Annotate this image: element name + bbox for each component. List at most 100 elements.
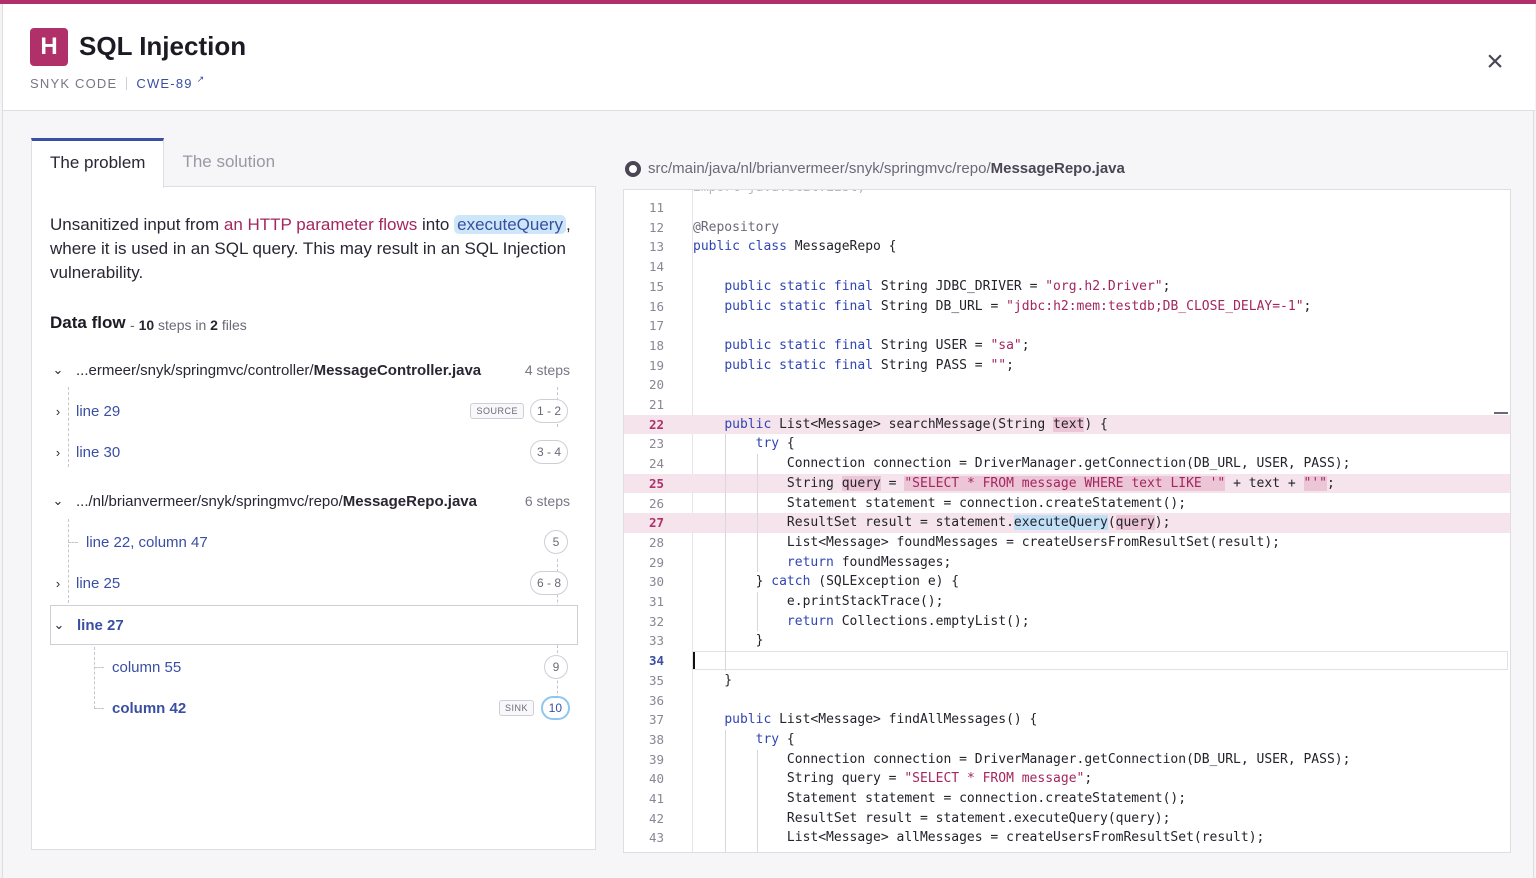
severity-badge: H (30, 28, 68, 66)
sink-function-link[interactable]: executeQuery (454, 215, 566, 234)
code-line: 35 } (624, 671, 1510, 691)
code-text: public static final String DB_URL = "jdb… (724, 298, 1312, 314)
line-number: 36 (648, 692, 664, 708)
meta-divider (126, 77, 128, 90)
dataflow-step-row-selected[interactable]: ⌄ line 27 (50, 605, 578, 645)
line-number: 15 (648, 278, 664, 294)
code-text: ResultSet result = statement.executeQuer… (693, 515, 1171, 531)
dataflow-step-row[interactable]: › line 29 SOURCE 1 - 2 (50, 391, 578, 431)
dataflow-substep-row[interactable]: column 42 SINK 10 (50, 688, 578, 728)
code-file-path: src/main/java/nl/brianvermeer/snyk/sprin… (625, 160, 1125, 177)
code-line-partial: ·· import java.util.List; (624, 190, 1510, 198)
dataflow-summary: - 10 steps in 2 files (130, 317, 247, 333)
code-text: return foundMessages; (786, 554, 952, 570)
code-line: 16 public static final String DB_URL = "… (624, 297, 1510, 317)
desc-text: Unsanitized input from (50, 215, 224, 234)
step-link[interactable]: line 27 (77, 617, 124, 634)
chevron-down-icon[interactable]: ⌄ (51, 617, 67, 633)
line-number: 26 (648, 495, 664, 511)
dataflow-substep-row[interactable]: column 55 9 (50, 647, 578, 687)
fold-minus-icon[interactable] (1494, 411, 1508, 414)
source-flow-link[interactable]: an HTTP parameter flows (224, 215, 417, 234)
tab-the-problem[interactable]: The problem (31, 138, 165, 188)
issue-meta: SNYK CODE CWE-89 ↗ (30, 74, 206, 91)
line-number: 40 (648, 771, 664, 787)
code-text: Connection connection = DriverManager.ge… (693, 456, 1351, 472)
dataflow-step-row[interactable]: › line 25 6 - 8 (50, 563, 578, 603)
step-pill: 6 - 8 (529, 571, 568, 595)
chevron-down-icon[interactable]: ⌄ (50, 362, 66, 378)
step-link[interactable]: column 55 (112, 659, 181, 676)
close-icon[interactable]: × (1481, 47, 1509, 77)
step-pill: 5 (544, 530, 568, 554)
summary-text: files (221, 317, 247, 333)
file-name: MessageRepo.java (342, 492, 477, 510)
step-pill: 9 (544, 655, 568, 679)
line-number: 12 (648, 219, 664, 235)
code-text: Statement statement = connection.createS… (693, 495, 1187, 511)
line-number: 21 (648, 397, 664, 412)
line-number: 31 (648, 594, 664, 609)
code-text: } (693, 633, 764, 649)
sink-tag: SINK (498, 700, 534, 716)
code-line: 37 public List<Message> findAllMessages(… (624, 710, 1510, 730)
indent-guide (725, 434, 726, 671)
app-frame: H SQL Injection SNYK CODE CWE-89 ↗ × The… (0, 0, 1536, 878)
line-number: 41 (648, 791, 664, 806)
step-link[interactable]: line 25 (76, 575, 120, 592)
code-text: public List<Message> findAllMessages() { (724, 712, 1038, 728)
line-number: 39 (648, 751, 664, 767)
dataflow-file-row[interactable]: ⌄ .../nl/brianvermeer/snyk/springmvc/rep… (50, 481, 578, 521)
summary-dash: - (130, 317, 135, 333)
line-number: ·· (624, 190, 664, 198)
current-line-box (692, 651, 1508, 671)
indent-guide (757, 454, 758, 573)
code-text: public List<Message> searchMessage(Strin… (724, 416, 1108, 432)
files-count: 2 (210, 317, 218, 333)
cwe-link[interactable]: CWE-89 (136, 76, 192, 91)
tab-the-solution[interactable]: The solution (164, 138, 293, 188)
line-number: 11 (648, 200, 664, 215)
code-line: 19 public static final String PASS = ""; (624, 356, 1510, 376)
code-text: String query = "SELECT * FROM message"; (693, 771, 1093, 787)
code-text: try { (755, 436, 795, 452)
dataflow-step-row[interactable]: line 22, column 47 5 (50, 522, 578, 562)
line-number: 13 (648, 239, 664, 255)
step-link[interactable]: line 29 (76, 403, 120, 420)
chevron-right-icon[interactable]: › (50, 445, 66, 460)
tab-bar: The problem The solution (31, 138, 293, 188)
line-number: 34 (648, 653, 664, 669)
file-name: MessageController.java (313, 361, 482, 379)
line-number: 38 (648, 731, 664, 747)
step-link[interactable]: line 30 (76, 444, 120, 461)
code-line: 17 (624, 316, 1510, 336)
code-line: 33 } (624, 631, 1510, 651)
code-text: List<Message> foundMessages = createUser… (693, 534, 1280, 550)
dataflow-file-row[interactable]: ⌄ ...ermeer/snyk/springmvc/controller/Me… (50, 350, 578, 390)
line-number: 27 (648, 515, 664, 531)
dataflow-step-row[interactable]: › line 30 3 - 4 (50, 432, 578, 472)
chevron-right-icon[interactable]: › (50, 404, 66, 419)
code-text: @Repository (693, 219, 780, 235)
path-prefix: src/main/java/nl/brianvermeer/snyk/sprin… (648, 160, 991, 177)
code-text: return Collections.emptyList(); (786, 613, 1030, 629)
line-number: 33 (648, 633, 664, 649)
step-link[interactable]: column 42 (112, 700, 186, 717)
chevron-down-icon[interactable]: ⌄ (50, 493, 66, 509)
code-text: Connection connection = DriverManager.ge… (693, 751, 1351, 767)
step-link[interactable]: line 22, column 47 (86, 534, 208, 551)
file-steps: 6 steps (524, 493, 570, 509)
chevron-right-icon[interactable]: › (50, 576, 66, 591)
line-number: 25 (648, 475, 664, 491)
file-name: MessageRepo.java (990, 160, 1125, 177)
code-text: public static final String PASS = ""; (724, 357, 1014, 373)
code-text: } catch (SQLException e) { (693, 574, 960, 590)
code-viewer[interactable]: ·· import java.util.List; 11 12 @Repository… (623, 189, 1511, 853)
external-link-icon[interactable]: ↗ (197, 74, 206, 85)
code-line: 13 public class MessageRepo { (624, 237, 1510, 257)
code-line: 22 public List<Message> searchMessage(St… (624, 414, 1510, 435)
code-line: 15 public static final String JDBC_DRIVE… (624, 277, 1510, 297)
summary-text: steps in (158, 317, 207, 333)
step-pill-active: 10 (540, 696, 570, 720)
line-number: 29 (648, 554, 664, 570)
